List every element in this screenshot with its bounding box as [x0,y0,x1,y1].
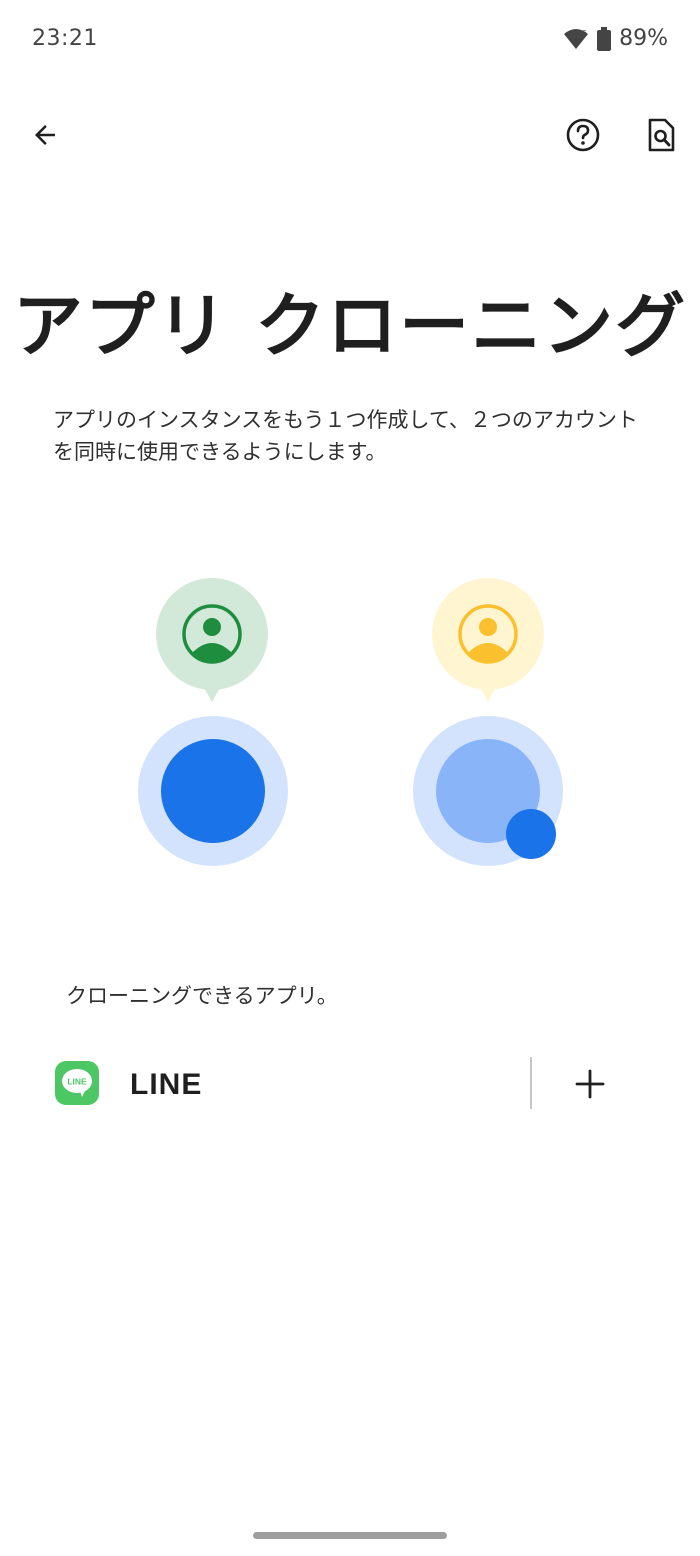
gesture-nav-handle[interactable] [253,1532,447,1539]
status-time: 23:21 [32,26,98,51]
clonable-apps-header: クローニングできるアプリ。 [66,984,338,1008]
divider [530,1057,532,1109]
status-bar: 23:21 6 89% [0,0,700,80]
app-name: LINE [130,1068,203,1101]
line-app-icon: LINE [55,1061,99,1105]
wifi-icon: 6 [563,28,589,50]
help-button[interactable] [555,107,611,163]
back-button[interactable] [17,107,73,163]
battery-icon [597,26,612,51]
plus-icon [575,1069,605,1099]
add-clone-button[interactable] [562,1056,618,1112]
cloned-app-icon [413,716,563,866]
page-title: アプリ クローニング [12,285,688,367]
original-user-bubble [156,578,268,702]
clone-user-bubble [432,578,544,702]
search-document-button[interactable] [634,107,690,163]
page-description: アプリのインスタンスをもう１つ作成して、２つのアカウントを同時に使用できるように… [53,408,638,464]
help-icon [566,118,600,152]
original-app-icon [138,716,288,866]
app-list-item[interactable]: LINE LINE [0,1040,700,1128]
search-document-icon [648,118,675,152]
battery-percent: 89% [619,26,668,51]
app-bar [0,100,700,170]
svg-text:6: 6 [582,29,587,37]
line-logo-text: LINE [67,1077,87,1087]
status-icons: 6 89% [563,26,668,51]
clone-illustration [0,560,700,890]
arrow-back-icon [35,125,55,145]
